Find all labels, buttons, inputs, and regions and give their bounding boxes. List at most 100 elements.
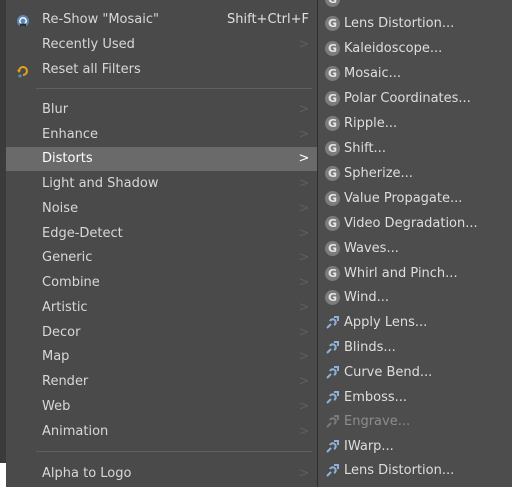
chevron-right-icon: > <box>298 37 310 52</box>
submenu-item-label: Engrave... <box>344 414 411 429</box>
gegl-icon: G <box>325 241 340 256</box>
submenu-item-label: Spherize... <box>344 166 413 181</box>
gegl-icon: G <box>325 290 340 305</box>
chevron-right-icon: > <box>298 127 310 142</box>
screen: Re-Show "Mosaic" Shift+Ctrl+F Recently U… <box>0 0 512 487</box>
submenu-item-video-degradation[interactable]: G Video Degradation... <box>318 212 512 236</box>
menu-item-label: Blur <box>42 102 69 117</box>
chevron-right-icon: > <box>298 374 310 389</box>
plugin-icon <box>325 439 340 454</box>
menu-item-web[interactable]: Web > <box>6 395 317 419</box>
filters-menu: Re-Show "Mosaic" Shift+Ctrl+F Recently U… <box>6 0 318 487</box>
submenu-item-mosaic[interactable]: G Mosaic... <box>318 62 512 86</box>
submenu-item-blinds[interactable]: Blinds... <box>318 336 512 360</box>
distorts-submenu: G G Lens Distortion... G Kaleidoscope...… <box>318 0 512 487</box>
submenu-item-spherize[interactable]: G Spherize... <box>318 162 512 186</box>
submenu-item-label: Polar Coordinates... <box>344 91 471 106</box>
chevron-right-icon: > <box>298 424 310 439</box>
menu-item-reshow[interactable]: Re-Show "Mosaic" Shift+Ctrl+F <box>6 8 317 32</box>
menu-item-blur[interactable]: Blur > <box>6 98 317 122</box>
menu-item-label: Edge-Detect <box>42 226 123 241</box>
menu-item-label: Reset all Filters <box>42 62 141 77</box>
plugin-icon <box>325 414 340 429</box>
submenu-item-whirl-and-pinch[interactable]: G Whirl and Pinch... <box>318 262 512 286</box>
submenu-item-polar-coordinates[interactable]: G Polar Coordinates... <box>318 87 512 111</box>
menu-item-decor[interactable]: Decor > <box>6 321 317 345</box>
submenu-item-label: Apply Lens... <box>344 315 428 330</box>
menu-item-recently-used[interactable]: Recently Used > <box>6 33 317 57</box>
submenu-item-emboss[interactable]: Emboss... <box>318 386 512 410</box>
chevron-right-icon: > <box>298 399 310 414</box>
plugin-icon <box>325 315 340 330</box>
menu-item-enhance[interactable]: Enhance > <box>6 123 317 147</box>
chevron-right-icon: > <box>298 275 310 290</box>
chevron-right-icon: > <box>298 250 310 265</box>
submenu-item-label: Ripple... <box>344 116 398 131</box>
submenu-item-iwarp[interactable]: IWarp... <box>318 435 512 459</box>
menu-item-reset-all-filters[interactable]: Reset all Filters <box>6 58 317 82</box>
submenu-item-lens-distortion-plugin[interactable]: Lens Distortion... <box>318 459 512 483</box>
submenu-item-waves[interactable]: G Waves... <box>318 237 512 261</box>
gegl-icon: G <box>325 216 340 231</box>
gegl-icon: G <box>325 16 340 31</box>
menu-item-render[interactable]: Render > <box>6 370 317 394</box>
menu-item-label: Artistic <box>42 300 88 315</box>
submenu-item-label: Blinds... <box>344 340 396 355</box>
chevron-right-icon: > <box>298 300 310 315</box>
submenu-item-value-propagate[interactable]: G Value Propagate... <box>318 187 512 211</box>
submenu-item-partial[interactable]: G <box>318 0 512 12</box>
chevron-right-icon: > <box>298 466 310 481</box>
gegl-icon: G <box>325 116 340 131</box>
gegl-icon: G <box>325 266 340 281</box>
plugin-icon <box>325 390 340 405</box>
submenu-item-label: Mosaic... <box>344 66 402 81</box>
menu-separator <box>36 88 312 89</box>
gegl-icon: G <box>325 166 340 181</box>
submenu-item-label: Emboss... <box>344 390 408 405</box>
menu-item-label: Render <box>42 374 89 389</box>
chevron-right-icon: > <box>298 151 310 166</box>
submenu-item-label: IWarp... <box>344 439 394 454</box>
chevron-right-icon: > <box>298 325 310 340</box>
menu-item-label: Map <box>42 349 70 364</box>
submenu-item-label: Lens Distortion... <box>344 463 455 478</box>
menu-item-label: Light and Shadow <box>42 176 159 191</box>
submenu-item-label: Value Propagate... <box>344 191 463 206</box>
chevron-right-icon: > <box>298 226 310 241</box>
menu-item-alpha-to-logo[interactable]: Alpha to Logo > <box>6 462 317 486</box>
submenu-item-lens-distortion[interactable]: G Lens Distortion... <box>318 12 512 36</box>
plugin-icon <box>325 340 340 355</box>
menu-item-label: Animation <box>42 424 109 439</box>
shortcut-label: Shift+Ctrl+F <box>227 12 309 27</box>
menu-item-label: Re-Show "Mosaic" <box>42 12 159 27</box>
menu-item-edge-detect[interactable]: Edge-Detect > <box>6 222 317 246</box>
menu-item-generic[interactable]: Generic > <box>6 246 317 270</box>
menu-item-label: Decor <box>42 325 81 340</box>
menu-item-noise[interactable]: Noise > <box>6 197 317 221</box>
menu-item-label: Web <box>42 399 71 414</box>
menu-item-distorts[interactable]: Distorts > <box>6 147 317 171</box>
menu-item-map[interactable]: Map > <box>6 345 317 369</box>
menu-item-animation[interactable]: Animation > <box>6 420 317 444</box>
menu-item-artistic[interactable]: Artistic > <box>6 296 317 320</box>
menu-separator <box>36 451 312 452</box>
gegl-icon: G <box>325 191 340 206</box>
chevron-right-icon: > <box>298 102 310 117</box>
reset-icon <box>16 63 30 78</box>
gegl-icon: G <box>325 66 340 81</box>
submenu-item-label: Curve Bend... <box>344 365 433 380</box>
menu-item-label: Enhance <box>42 127 99 142</box>
plugin-icon <box>325 463 340 478</box>
gegl-icon: G <box>325 91 340 106</box>
chevron-right-icon: > <box>298 201 310 216</box>
submenu-item-apply-lens[interactable]: Apply Lens... <box>318 311 512 335</box>
submenu-item-ripple[interactable]: G Ripple... <box>318 112 512 136</box>
menu-item-combine[interactable]: Combine > <box>6 271 317 295</box>
menu-item-light-and-shadow[interactable]: Light and Shadow > <box>6 172 317 196</box>
submenu-item-engrave[interactable]: Engrave... <box>318 410 512 434</box>
submenu-item-curve-bend[interactable]: Curve Bend... <box>318 361 512 385</box>
submenu-item-label: Wind... <box>344 290 390 305</box>
submenu-item-wind[interactable]: G Wind... <box>318 286 512 310</box>
submenu-item-kaleidoscope[interactable]: G Kaleidoscope... <box>318 37 512 61</box>
submenu-item-shift[interactable]: G Shift... <box>318 137 512 161</box>
